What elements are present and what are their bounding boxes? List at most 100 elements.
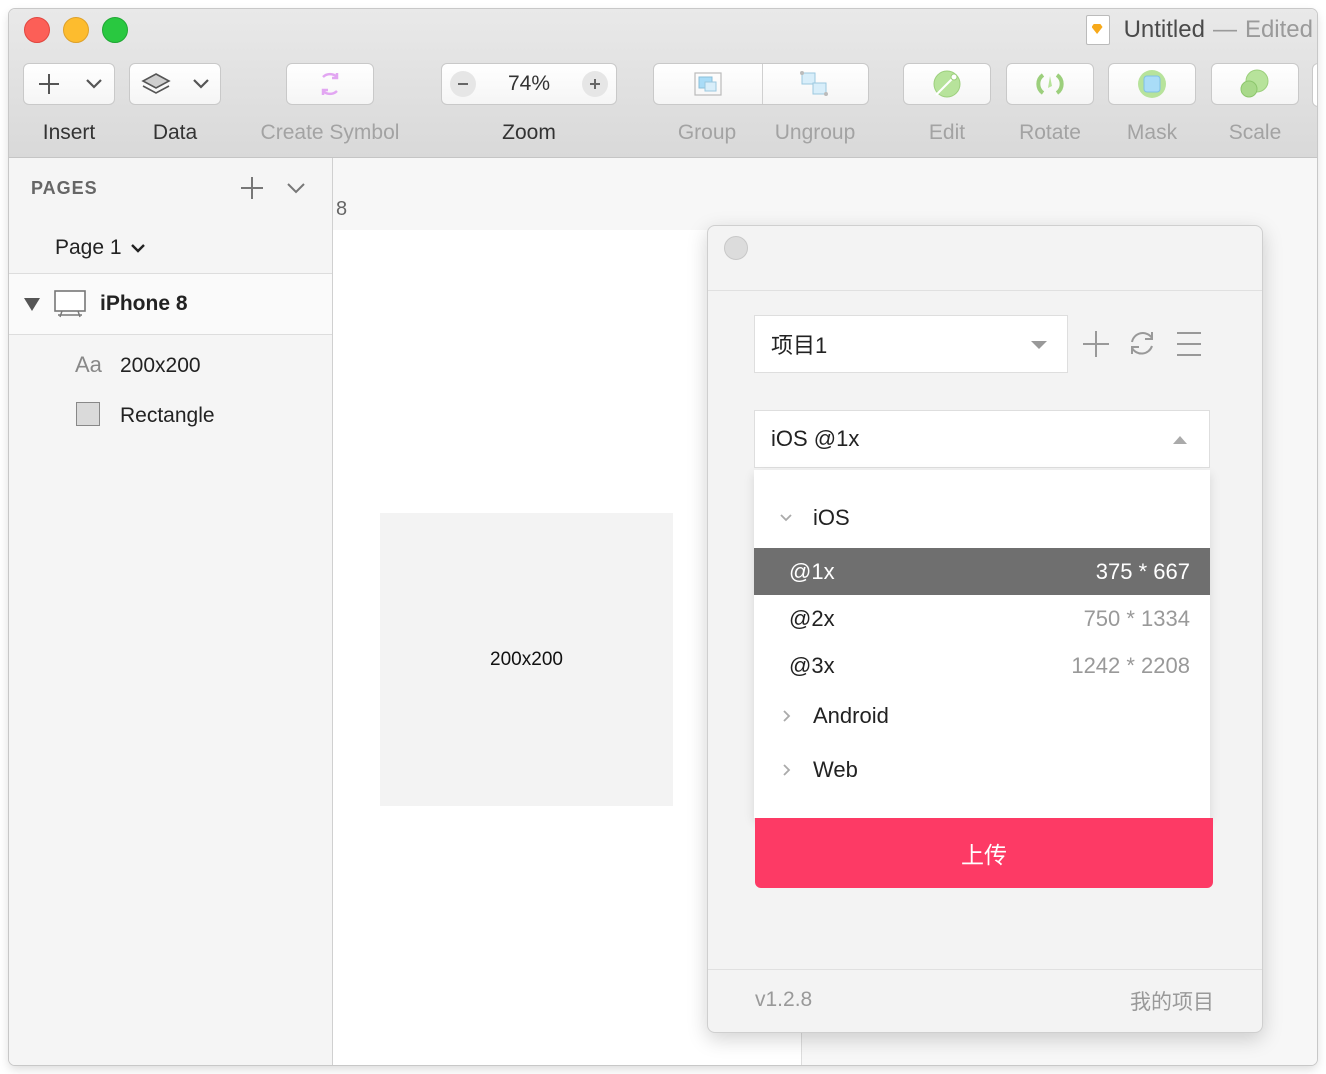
layer-row[interactable]: Aa 200x200 xyxy=(9,344,332,388)
project-select-value: 项目1 xyxy=(771,333,828,358)
group-ios-label: iOS xyxy=(813,505,850,530)
sketch-document-icon xyxy=(1085,15,1110,45)
artboard-row[interactable]: iPhone 8 xyxy=(9,273,332,335)
data-label: Data xyxy=(152,121,198,144)
create-symbol-label: Create Symbol xyxy=(260,121,400,144)
option-3x[interactable]: @3x 1242 * 2208 xyxy=(754,642,1210,689)
option-2x[interactable]: @2x 750 * 1334 xyxy=(754,595,1210,642)
text-layer-icon: Aa xyxy=(75,352,102,377)
group-icon xyxy=(694,72,722,96)
plus-icon xyxy=(590,79,600,89)
create-symbol-button[interactable] xyxy=(286,63,374,105)
mask-label: Mask xyxy=(1126,121,1178,144)
ungroup-icon xyxy=(800,71,829,96)
ungroup-label: Ungroup xyxy=(774,121,856,144)
edit-path-icon xyxy=(933,70,961,98)
chevron-right-icon xyxy=(783,764,791,776)
option-1x[interactable]: @1x 375 * 667 xyxy=(754,548,1210,595)
rectangle-text: 200x200 xyxy=(490,648,563,670)
option-scale: @1x xyxy=(789,558,835,584)
device-select[interactable]: iOS @1x xyxy=(754,410,1210,468)
title-separator: — xyxy=(1212,16,1237,43)
insert-button[interactable] xyxy=(23,63,115,105)
close-window-button[interactable] xyxy=(24,17,50,43)
mask-button[interactable] xyxy=(1108,63,1196,105)
rotate-label: Rotate xyxy=(1019,121,1081,144)
layer-name: 200x200 xyxy=(120,354,201,377)
minimize-window-button[interactable] xyxy=(63,17,89,43)
menu-icon[interactable] xyxy=(1175,330,1203,358)
maximize-window-button[interactable] xyxy=(102,17,128,43)
group-ios[interactable]: iOS xyxy=(754,496,1210,540)
upload-plugin-panel: 项目1 iOS @1x iOS @1x 375 * 667 @2x 750 * … xyxy=(707,225,1263,1033)
symbol-icon xyxy=(321,72,339,96)
data-button[interactable] xyxy=(129,63,221,105)
layer-name: Rectangle xyxy=(120,404,215,427)
mask-icon xyxy=(1138,70,1166,98)
device-select-value: iOS @1x xyxy=(771,426,860,451)
pages-header: PAGES xyxy=(31,178,98,198)
upload-button-label: 上传 xyxy=(961,843,1007,869)
option-size: 375 * 667 xyxy=(1095,558,1190,584)
chevron-down-icon xyxy=(780,514,792,522)
zoom-value: 74% xyxy=(507,72,551,95)
chevron-right-icon xyxy=(783,710,791,722)
footer-divider xyxy=(708,969,1262,970)
group-button[interactable] xyxy=(654,64,763,104)
chevron-down-icon xyxy=(130,244,145,253)
chevron-down-icon xyxy=(192,79,209,89)
zoom-control: 74% xyxy=(441,63,617,105)
group-web-label: Web xyxy=(813,757,858,782)
group-ungroup-control xyxy=(653,63,869,105)
project-select[interactable]: 项目1 xyxy=(754,315,1068,373)
add-page-icon[interactable] xyxy=(240,176,264,200)
toolbar: Untitled — Edited Insert Data Create Sym… xyxy=(9,9,1317,158)
layer-row[interactable]: Rectangle xyxy=(9,394,332,438)
group-web[interactable]: Web xyxy=(754,748,1210,792)
group-android-label: Android xyxy=(813,703,889,728)
group-label: Group xyxy=(677,121,737,144)
collapse-pages-icon[interactable] xyxy=(286,182,306,194)
scale-label: Scale xyxy=(1228,121,1282,144)
add-project-icon[interactable] xyxy=(1082,330,1110,358)
artboard-icon xyxy=(54,290,86,318)
upload-button[interactable]: 上传 xyxy=(755,818,1213,888)
version-label: v1.2.8 xyxy=(755,988,813,1011)
app-window: Untitled — Edited Insert Data Create Sym… xyxy=(9,9,1317,1065)
document-name: Untitled xyxy=(1123,16,1205,43)
zoom-out-button[interactable] xyxy=(450,71,476,97)
refresh-icon[interactable] xyxy=(1128,329,1156,359)
chevron-down-icon xyxy=(85,79,102,89)
page-selector[interactable]: Page 1 xyxy=(55,236,146,260)
artboard-name: iPhone 8 xyxy=(100,292,188,315)
insert-label: Insert xyxy=(42,121,96,144)
document-status: Edited xyxy=(1244,16,1313,43)
artboard-title[interactable]: 8 xyxy=(336,198,347,221)
minus-icon xyxy=(458,83,468,85)
caret-up-icon xyxy=(1173,436,1187,444)
scale-icon xyxy=(1240,69,1269,98)
edit-button[interactable] xyxy=(903,63,991,105)
zoom-in-button[interactable] xyxy=(582,71,608,97)
option-scale: @3x xyxy=(789,652,835,678)
layers-icon xyxy=(140,73,171,94)
group-android[interactable]: Android xyxy=(754,694,1210,738)
toolbar-overflow-button[interactable] xyxy=(1312,63,1317,107)
caret-down-icon xyxy=(1031,341,1047,349)
zoom-label: Zoom xyxy=(502,121,556,144)
plus-icon xyxy=(38,74,59,94)
option-size: 750 * 1334 xyxy=(1083,605,1190,631)
rectangle-layer-icon xyxy=(76,402,100,426)
rotate-icon xyxy=(1036,73,1064,95)
ungroup-button[interactable] xyxy=(763,64,869,104)
rotate-button[interactable] xyxy=(1006,63,1094,105)
device-dropdown-menu: iOS @1x 375 * 667 @2x 750 * 1334 @3x 124… xyxy=(754,470,1210,818)
panel-header xyxy=(708,226,1262,291)
rectangle-shape[interactable]: 200x200 xyxy=(380,513,673,806)
option-size: 1242 * 2208 xyxy=(1071,652,1190,678)
scale-button[interactable] xyxy=(1211,63,1299,105)
edit-label: Edit xyxy=(928,121,966,144)
panel-close-button[interactable] xyxy=(724,236,748,260)
disclosure-triangle-icon[interactable] xyxy=(23,296,41,312)
my-projects-link[interactable]: 我的项目 xyxy=(1130,986,1214,1016)
